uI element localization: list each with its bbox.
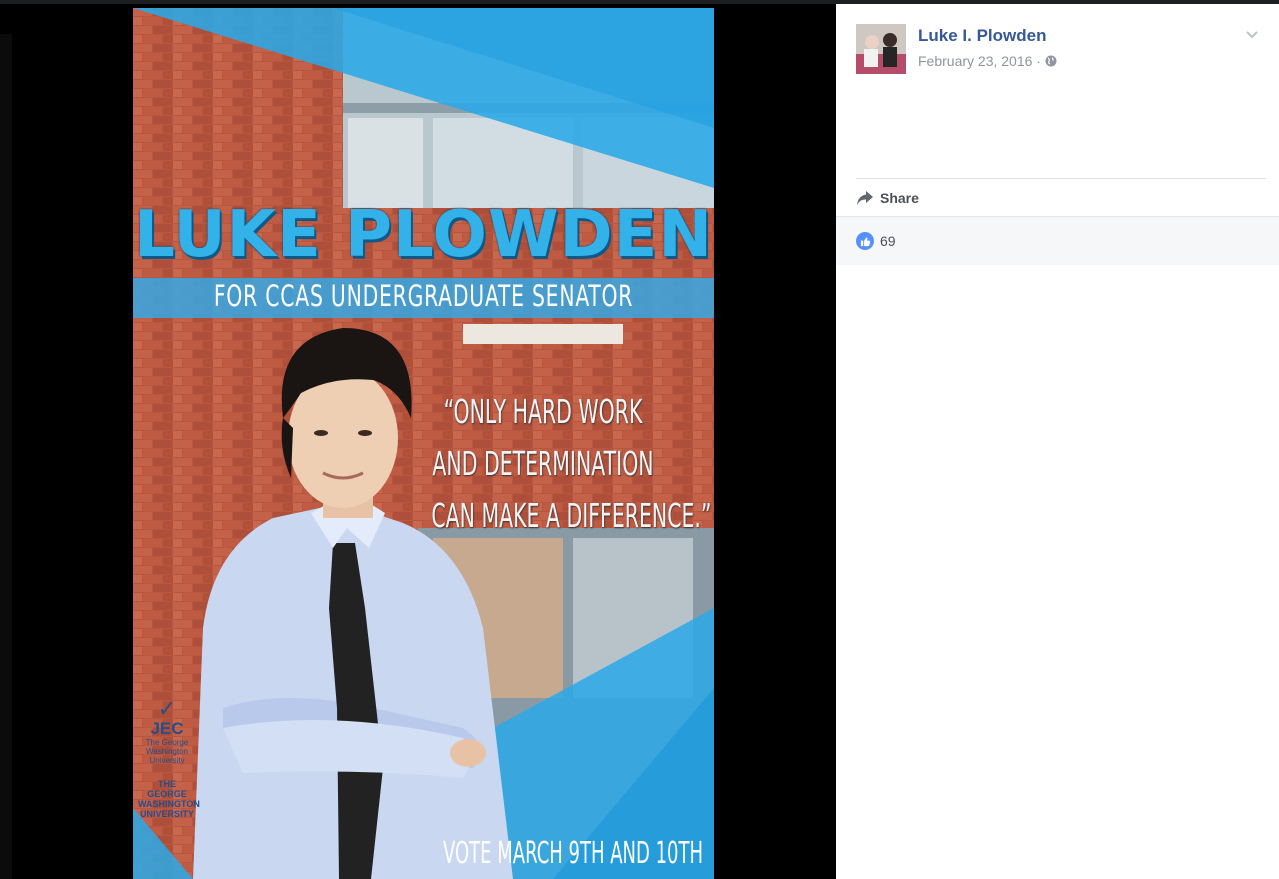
poster-vote-dates: VOTE MARCH 9TH AND 10TH [443,836,704,871]
post-author-link[interactable]: Luke I. Plowden [918,26,1046,46]
action-divider [856,178,1266,179]
gw-logo-line-3: UNIVERSITY [139,809,194,819]
check-icon: ✓ [157,696,177,721]
photo-viewer-stage[interactable]: LUKE PLOWDEN FOR CCAS UNDERGRADUATE SENA… [0,4,836,879]
campaign-poster-photo[interactable]: LUKE PLOWDEN FOR CCAS UNDERGRADUATE SENA… [133,8,714,879]
meta-separator: · [1036,53,1041,69]
jec-line-3: University [149,756,185,765]
poster-candidate-name: LUKE PLOWDEN [134,198,713,272]
avatar[interactable] [856,24,906,74]
jec-logo: ✓ JEC The George Washington University T… [138,696,200,820]
avatar-image [856,24,906,74]
like-icon[interactable] [856,232,874,250]
poster-quote: “ONLY HARD WORK AND DETERMINATION CAN MA… [431,386,712,542]
post-date[interactable]: February 23, 2016 [918,53,1032,69]
quote-line-3: CAN MAKE A DIFFERENCE.” [431,496,712,535]
jec-line-2: Washington [146,747,188,756]
post-meta: February 23, 2016 · [918,53,1057,69]
jec-line-1: The George [145,738,189,747]
globe-icon[interactable] [1045,53,1057,69]
share-arrow-icon [857,191,873,205]
jec-abbr: JEC [150,719,184,738]
post-side-panel: Luke I. Plowden February 23, 2016 · Shar… [836,4,1279,879]
reactions-bar: 69 [836,216,1279,265]
quote-line-1: “ONLY HARD WORK [443,392,643,431]
like-count[interactable]: 69 [880,233,896,249]
quote-line-2: AND DETERMINATION [432,444,654,483]
share-label: Share [880,190,919,206]
chevron-down-icon[interactable] [1244,26,1260,42]
viewer-edge [0,34,12,879]
gw-logo-line-1: THE GEORGE [147,779,187,799]
poster-subtitle: FOR CCAS UNDERGRADUATE SENATOR [213,279,634,313]
gw-logo-line-2: WASHINGTON [138,799,200,809]
share-button[interactable]: Share [856,187,919,209]
